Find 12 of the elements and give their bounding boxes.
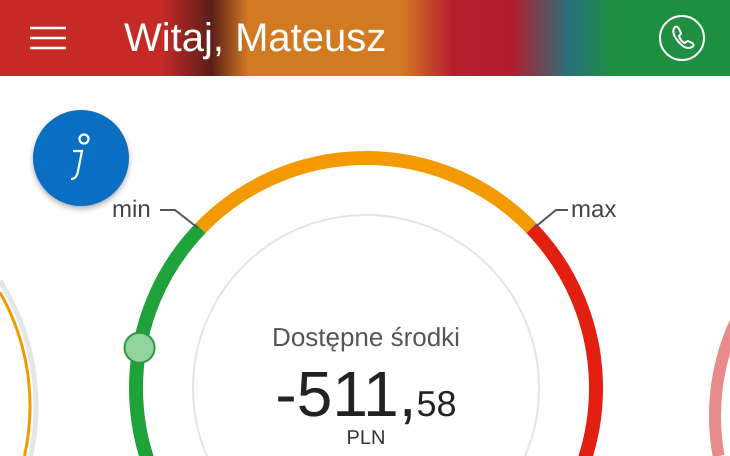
max-label: max [571, 198, 616, 222]
gauge-thumb[interactable] [124, 332, 156, 364]
phone-icon [658, 14, 706, 62]
leader-line [533, 209, 568, 229]
phone-button[interactable] [658, 14, 706, 62]
leader-line [160, 209, 199, 229]
greeting-title: Witaj, Mateusz [123, 18, 386, 58]
currency-label: PLN [346, 428, 386, 448]
min-label: min [112, 198, 151, 222]
balance-label: Dostępne środki [271, 321, 461, 354]
balance-amount: -511, [275, 362, 417, 426]
balance-decimals: 58 [416, 386, 457, 422]
